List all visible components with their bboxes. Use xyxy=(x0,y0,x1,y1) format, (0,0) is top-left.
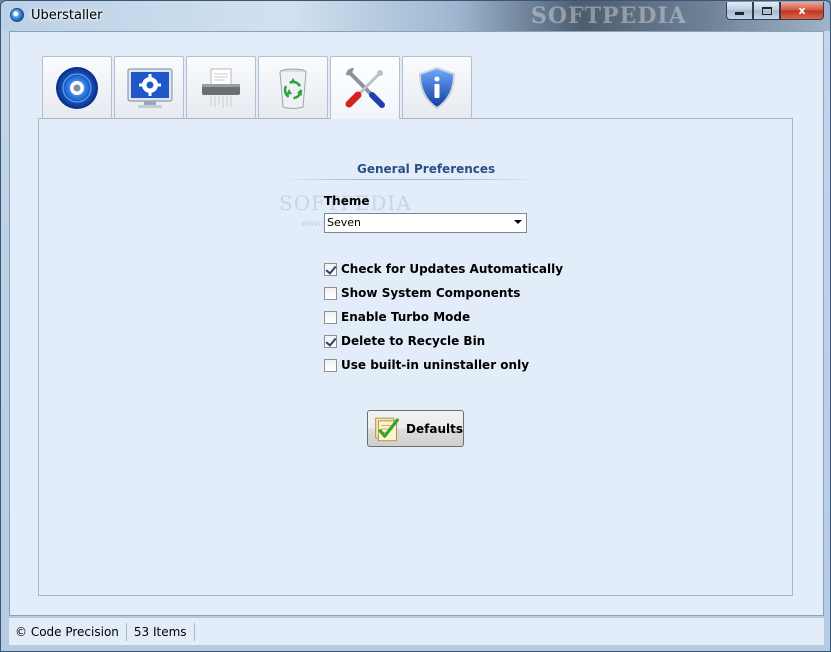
recycle-bin-icon xyxy=(279,68,307,109)
option-delete-to-recycle-bin[interactable]: Delete to Recycle Bin xyxy=(324,329,563,353)
app-icon[interactable] xyxy=(10,8,24,22)
option-label: Delete to Recycle Bin xyxy=(341,334,486,348)
defaults-checklist-icon xyxy=(375,417,399,441)
section-title: General Preferences xyxy=(357,162,496,176)
status-bar: © Code Precision 53 Items xyxy=(9,617,824,645)
minimize-icon xyxy=(735,12,744,15)
tab-recycle[interactable] xyxy=(258,56,328,118)
disc-icon xyxy=(56,67,98,109)
status-item-count: 53 Items xyxy=(127,622,195,641)
option-label: Show System Components xyxy=(341,286,521,300)
checkbox-builtin-uninstaller[interactable] xyxy=(324,358,337,372)
maximize-icon xyxy=(761,6,772,15)
checkbox-check-updates[interactable] xyxy=(324,262,337,276)
title-bar[interactable]: Uberstaller SOFTPEDIA x xyxy=(1,1,830,31)
status-copyright: © Code Precision xyxy=(9,622,127,641)
app-window: Uberstaller SOFTPEDIA x General Preferen… xyxy=(0,0,831,652)
tab-preferences[interactable] xyxy=(330,56,400,119)
option-builtin-uninstaller[interactable]: Use built-in uninstaller only xyxy=(324,353,563,377)
defaults-button-label: Defaults xyxy=(406,421,463,436)
shredder-icon xyxy=(202,68,240,108)
defaults-button[interactable]: Defaults xyxy=(367,410,464,447)
softpedia-watermark: SOFTPEDIA xyxy=(531,3,687,29)
options-list: Check for Updates Automatically Show Sys… xyxy=(324,257,563,377)
tab-installed[interactable] xyxy=(42,56,112,118)
option-show-system-components[interactable]: Show System Components xyxy=(324,281,563,305)
maximize-button[interactable] xyxy=(753,2,780,20)
minimize-button[interactable] xyxy=(726,2,753,20)
checkbox-delete-to-recycle-bin[interactable] xyxy=(324,334,337,348)
theme-label: Theme xyxy=(324,194,370,208)
tab-shredder[interactable] xyxy=(186,56,256,118)
option-label: Use built-in uninstaller only xyxy=(341,358,530,372)
caption-buttons: x xyxy=(726,2,824,20)
theme-select[interactable]: Seven xyxy=(324,213,527,233)
info-shield-icon xyxy=(418,66,456,110)
option-label: Enable Turbo Mode xyxy=(341,310,471,324)
tab-about[interactable] xyxy=(402,56,472,118)
monitor-gear-icon xyxy=(127,68,173,108)
window-title: Uberstaller xyxy=(31,8,103,23)
option-label: Check for Updates Automatically xyxy=(341,262,564,276)
option-turbo-mode[interactable]: Enable Turbo Mode xyxy=(324,305,563,329)
tab-system[interactable] xyxy=(114,56,184,118)
theme-select-value: Seven xyxy=(327,216,361,229)
preferences-panel: General Preferences SOFTPEDIA www.softpe… xyxy=(38,118,793,596)
checkbox-turbo-mode[interactable] xyxy=(324,310,337,324)
checkbox-show-system-components[interactable] xyxy=(324,286,337,300)
option-check-updates[interactable]: Check for Updates Automatically xyxy=(324,257,563,281)
client-area: General Preferences SOFTPEDIA www.softpe… xyxy=(9,31,824,616)
chevron-down-icon xyxy=(514,220,522,224)
tools-icon xyxy=(345,67,385,108)
tab-strip xyxy=(42,56,474,119)
section-divider xyxy=(279,179,539,180)
close-button[interactable]: x xyxy=(780,2,824,20)
